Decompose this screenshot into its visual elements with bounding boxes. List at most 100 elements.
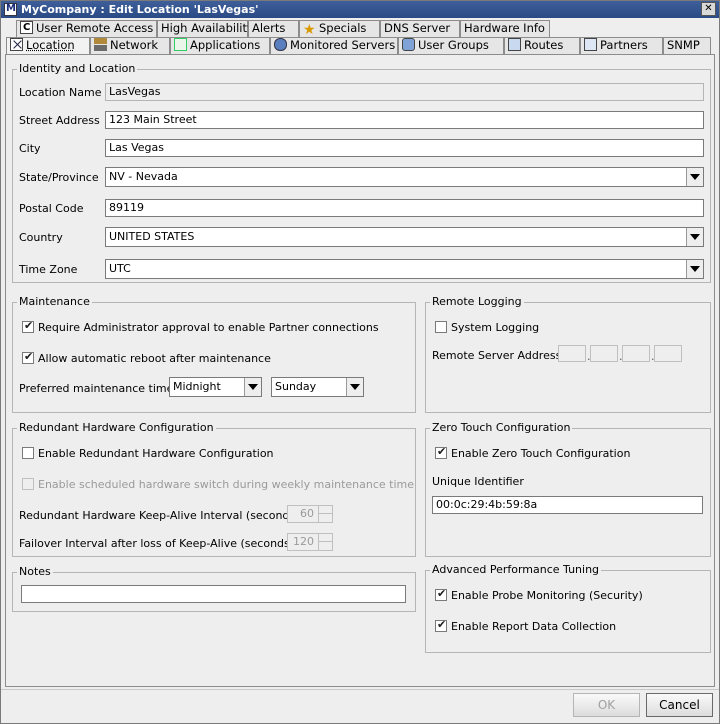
- preferred-time-label: Preferred maintenance time: [19, 382, 174, 395]
- require-approval-checkbox[interactable]: Require Administrator approval to enable…: [22, 319, 379, 334]
- advanced-tuning-group: Advanced Performance Tuning Enable Probe…: [425, 563, 711, 653]
- postal-code-field[interactable]: 89119: [105, 199, 704, 217]
- tab-hardware-info[interactable]: Hardware Info: [460, 20, 550, 37]
- keepalive-interval-value: 60: [300, 507, 314, 520]
- redundant-hardware-group: Redundant Hardware Configuration Enable …: [12, 421, 416, 557]
- state-province-label: State/Province: [19, 171, 99, 184]
- tab-applications[interactable]: Applications: [170, 37, 270, 54]
- chevron-down-icon[interactable]: [686, 260, 703, 278]
- chevron-down-icon[interactable]: [346, 378, 363, 396]
- tab-content-location: Identity and Location Location Name LasV…: [5, 54, 715, 687]
- scheduled-switch-checkbox: Enable scheduled hardware switch during …: [22, 478, 414, 491]
- state-province-select[interactable]: NV - Nevada: [105, 167, 704, 187]
- time-zone-select[interactable]: UTC: [105, 259, 704, 279]
- country-value: UNITED STATES: [109, 230, 195, 243]
- city-label: City: [19, 142, 41, 155]
- tab-location[interactable]: Location: [6, 37, 90, 55]
- checkbox-box: [22, 478, 34, 490]
- ip-octet-4-field: [654, 345, 682, 362]
- checkbox-box[interactable]: [22, 447, 34, 459]
- ip-octet-3-field: [622, 345, 650, 362]
- ip-octet-1-field: [558, 345, 586, 362]
- tab-label: SNMP: [667, 38, 700, 52]
- tab-partners[interactable]: Partners: [580, 37, 663, 54]
- location-name-field: LasVegas: [105, 83, 704, 101]
- routes-icon: [508, 38, 521, 51]
- checkbox-box[interactable]: [22, 319, 34, 333]
- chevron-down-icon[interactable]: [686, 168, 703, 186]
- tab-monitored-servers[interactable]: Monitored Servers: [270, 37, 398, 54]
- notes-legend: Notes: [17, 565, 53, 578]
- spinner-up-icon: [318, 534, 332, 542]
- notes-field[interactable]: [21, 585, 406, 603]
- tab-specials[interactable]: ★ Specials: [299, 20, 380, 37]
- checkbox-box[interactable]: [435, 445, 447, 459]
- tab-label: DNS Server: [384, 21, 451, 35]
- chevron-down-icon[interactable]: [686, 228, 703, 246]
- identity-location-group: Identity and Location Location Name LasV…: [12, 62, 711, 283]
- close-button[interactable]: ✕: [701, 2, 716, 16]
- enable-zero-touch-label: Enable Zero Touch Configuration: [451, 447, 631, 460]
- maintenance-day-select[interactable]: Sunday: [271, 377, 364, 397]
- unique-identifier-field[interactable]: 00:0c:29:4b:59:8a: [432, 496, 703, 514]
- failover-interval-spinner: 120: [287, 533, 333, 551]
- cancel-button[interactable]: Cancel: [646, 693, 713, 717]
- tab-snmp[interactable]: SNMP: [663, 37, 711, 54]
- checkbox-box[interactable]: [22, 350, 34, 364]
- maintenance-time-select[interactable]: Midnight: [169, 377, 262, 397]
- checkbox-box[interactable]: [435, 321, 447, 333]
- postal-code-label: Postal Code: [19, 202, 84, 215]
- country-select[interactable]: UNITED STATES: [105, 227, 704, 247]
- auto-reboot-checkbox[interactable]: Allow automatic reboot after maintenance: [22, 350, 271, 365]
- street-address-field[interactable]: 123 Main Street: [105, 111, 704, 129]
- failover-interval-value: 120: [293, 535, 314, 548]
- tab-label: Hardware Info: [464, 21, 545, 35]
- tab-label: Monitored Servers: [290, 38, 396, 52]
- require-approval-label: Require Administrator approval to enable…: [38, 321, 379, 334]
- report-data-checkbox[interactable]: Enable Report Data Collection: [435, 618, 617, 633]
- tab-user-groups[interactable]: User Groups: [398, 37, 504, 54]
- tab-label: Partners: [600, 38, 648, 52]
- zero-touch-group: Zero Touch Configuration Enable Zero Tou…: [425, 421, 711, 557]
- enable-redundant-label: Enable Redundant Hardware Configuration: [38, 447, 274, 460]
- probe-monitoring-checkbox[interactable]: Enable Probe Monitoring (Security): [435, 587, 643, 602]
- remote-logging-legend: Remote Logging: [430, 295, 524, 308]
- tab-alerts[interactable]: Alerts: [248, 20, 299, 37]
- enable-redundant-checkbox[interactable]: Enable Redundant Hardware Configuration: [22, 447, 274, 460]
- checkbox-box[interactable]: [435, 618, 447, 632]
- zero-touch-legend: Zero Touch Configuration: [430, 421, 573, 434]
- monitored-servers-icon: [274, 38, 287, 51]
- remote-server-label: Remote Server Address: [432, 349, 562, 362]
- remote-logging-group: Remote Logging System Logging Remote Ser…: [425, 295, 711, 413]
- maintenance-time-value: Midnight: [173, 380, 221, 393]
- state-province-value: NV - Nevada: [109, 170, 178, 183]
- tab-network[interactable]: Network: [90, 37, 170, 54]
- app-logo-icon: [4, 3, 17, 16]
- time-zone-label: Time Zone: [19, 263, 78, 276]
- tab-routes[interactable]: Routes: [504, 37, 580, 54]
- chevron-down-icon[interactable]: [244, 378, 261, 396]
- scheduled-switch-label: Enable scheduled hardware switch during …: [38, 478, 415, 491]
- report-data-label: Enable Report Data Collection: [451, 620, 617, 633]
- time-zone-value: UTC: [109, 262, 131, 275]
- tab-user-remote-access[interactable]: User Remote Access: [16, 20, 157, 37]
- network-icon: [94, 38, 107, 51]
- location-name-label: Location Name: [19, 86, 102, 99]
- city-field[interactable]: Las Vegas: [105, 139, 704, 157]
- tab-high-availability[interactable]: High Availability: [157, 20, 254, 37]
- identity-location-legend: Identity and Location: [17, 62, 138, 75]
- title-bar[interactable]: MyCompany : Edit Location 'LasVegas' ✕: [1, 1, 719, 18]
- tab-dns-server[interactable]: DNS Server: [380, 20, 460, 37]
- spinner-up-icon: [318, 506, 332, 514]
- checkbox-box[interactable]: [435, 587, 447, 601]
- tab-label: Applications: [190, 38, 261, 52]
- footer-divider: [1, 689, 719, 690]
- maintenance-group: Maintenance Require Administrator approv…: [12, 295, 416, 413]
- notes-group: Notes: [12, 565, 416, 612]
- street-address-label: Street Address: [19, 114, 100, 127]
- system-logging-checkbox[interactable]: System Logging: [435, 321, 539, 334]
- window-title: MyCompany : Edit Location 'LasVegas': [21, 3, 259, 16]
- enable-zero-touch-checkbox[interactable]: Enable Zero Touch Configuration: [435, 445, 631, 460]
- tab-label: User Remote Access: [36, 21, 154, 35]
- ok-button[interactable]: OK: [573, 693, 640, 717]
